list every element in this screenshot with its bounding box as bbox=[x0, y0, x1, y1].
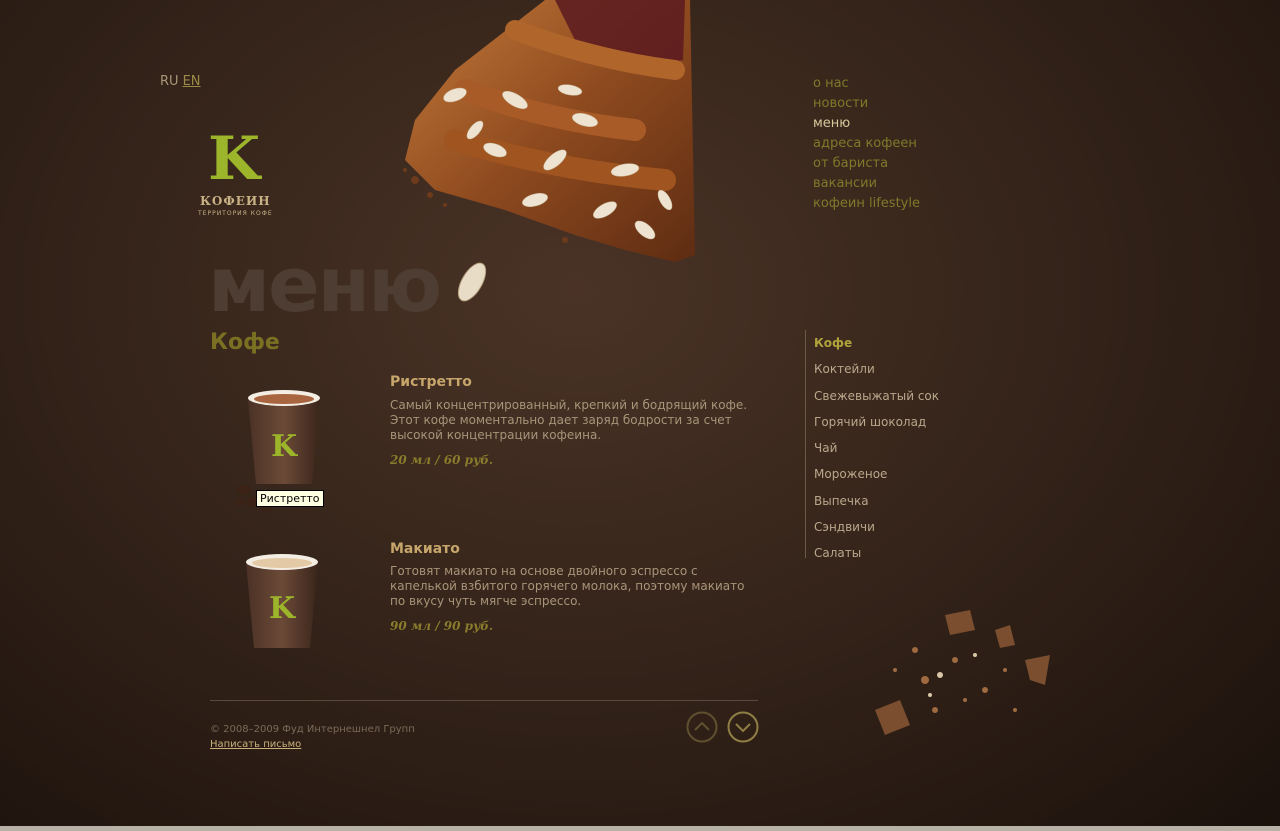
footer-divider bbox=[210, 700, 758, 701]
language-switch: RU EN bbox=[160, 74, 205, 89]
nav-item-barista[interactable]: от бариста bbox=[813, 154, 920, 174]
tooltip: Ристретто bbox=[256, 490, 324, 507]
chevron-down-icon[interactable] bbox=[727, 711, 759, 743]
category-hot-chocolate[interactable]: Горячий шоколад bbox=[814, 409, 939, 435]
product-price: 20 мл / 60 руб. bbox=[390, 453, 494, 467]
category-list: Кофе Коктейли Свежевыжатый сок Горячий ш… bbox=[805, 330, 939, 560]
category-sandwiches[interactable]: Сэндвичи bbox=[814, 514, 939, 540]
category-juice[interactable]: Свежевыжатый сок bbox=[814, 383, 939, 409]
svg-text:K: K bbox=[269, 591, 296, 626]
nav-item-menu[interactable]: меню bbox=[813, 114, 920, 134]
logo-letter: K bbox=[208, 124, 261, 194]
logo-tagline: ТЕРРИТОРИЯ КОФЕ bbox=[198, 210, 273, 217]
category-cocktails[interactable]: Коктейли bbox=[814, 356, 939, 382]
category-salads[interactable]: Салаты bbox=[814, 540, 939, 566]
nav-item-news[interactable]: новости bbox=[813, 94, 920, 114]
svg-text:K: K bbox=[271, 429, 298, 464]
pie-image bbox=[403, 0, 695, 262]
logo[interactable]: K КОФЕИН ТЕРРИТОРИЯ КОФЕ bbox=[196, 128, 292, 224]
macchiato-cup-image[interactable]: K bbox=[230, 552, 330, 682]
logo-brand: КОФЕИН bbox=[200, 194, 271, 208]
nav-item-vacancies[interactable]: вакансии bbox=[813, 174, 920, 194]
copyright: © 2008–2009 Фуд Интернешнел Групп bbox=[210, 724, 415, 735]
crumbs-image bbox=[875, 610, 1050, 735]
category-tea[interactable]: Чай bbox=[814, 435, 939, 461]
section-title: Кофе bbox=[210, 330, 280, 355]
mail-link[interactable]: Написать письмо bbox=[210, 739, 301, 750]
category-ice-cream[interactable]: Мороженое bbox=[814, 461, 939, 487]
product-price: 90 мл / 90 руб. bbox=[390, 619, 494, 633]
product-description: Самый концентрированный, крепкий и бодря… bbox=[390, 398, 748, 442]
chevron-up-icon[interactable] bbox=[686, 711, 718, 743]
product-name: Макиато bbox=[390, 541, 460, 557]
category-pastry[interactable]: Выпечка bbox=[814, 488, 939, 514]
category-coffee[interactable]: Кофе bbox=[814, 330, 939, 356]
top-navigation: о нас новости меню адреса кофеен от бари… bbox=[813, 74, 920, 214]
nav-item-addresses[interactable]: адреса кофеен bbox=[813, 134, 920, 154]
almond-image bbox=[457, 262, 487, 302]
nav-item-lifestyle[interactable]: кофеин lifestyle bbox=[813, 194, 920, 214]
product-description: Готовят макиато на основе двойного эспре… bbox=[390, 564, 745, 608]
bottom-border bbox=[0, 826, 1280, 831]
product-name: Ристретто bbox=[390, 374, 472, 390]
nav-item-about[interactable]: о нас bbox=[813, 74, 920, 94]
lang-en[interactable]: EN bbox=[183, 74, 201, 89]
page-title: меню bbox=[208, 240, 442, 329]
lang-ru[interactable]: RU bbox=[160, 74, 179, 89]
